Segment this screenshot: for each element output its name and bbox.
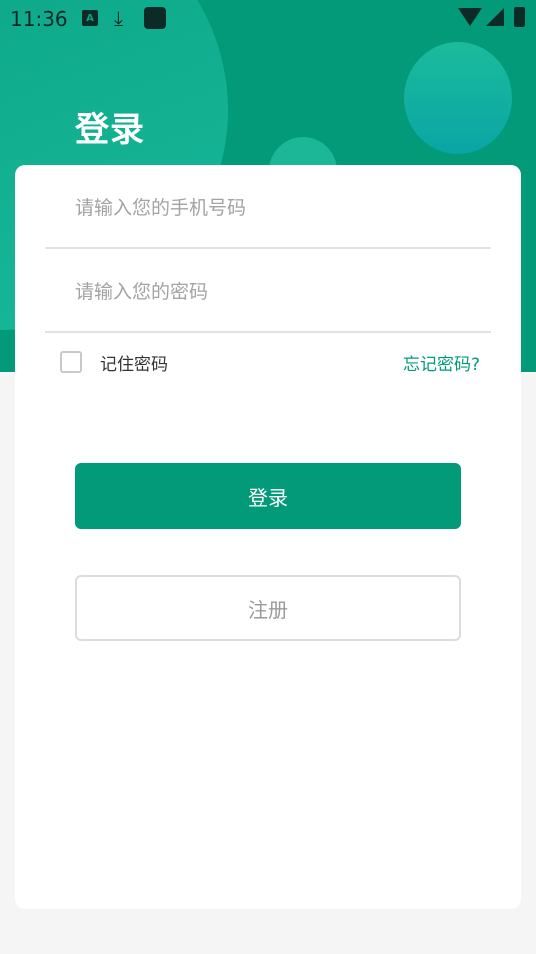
register-button[interactable]: 注册 <box>75 575 461 641</box>
a-notification-icon: A <box>82 10 98 26</box>
signal-icon <box>486 8 504 26</box>
battery-icon <box>514 7 525 27</box>
status-time: 11:36 <box>10 7 68 31</box>
decorative-circle-top-right <box>404 42 512 154</box>
phone-input[interactable] <box>75 191 455 225</box>
login-card: 记住密码 忘记密码? 登录 注册 <box>15 165 521 909</box>
app-square-icon <box>144 7 166 29</box>
remember-label: 记住密码 <box>100 355 168 375</box>
status-bar: 11:36 A ⤓ <box>0 0 536 36</box>
password-input[interactable] <box>75 275 455 309</box>
password-field <box>45 249 491 333</box>
download-icon: ⤓ <box>114 6 123 30</box>
phone-field <box>45 165 491 249</box>
remember-row: 记住密码 忘记密码? <box>60 350 480 375</box>
wifi-icon <box>458 8 482 26</box>
forgot-password-link[interactable]: 忘记密码? <box>403 350 480 375</box>
page-title: 登录 <box>75 110 145 150</box>
remember-checkbox[interactable] <box>60 351 82 373</box>
login-button[interactable]: 登录 <box>75 463 461 529</box>
